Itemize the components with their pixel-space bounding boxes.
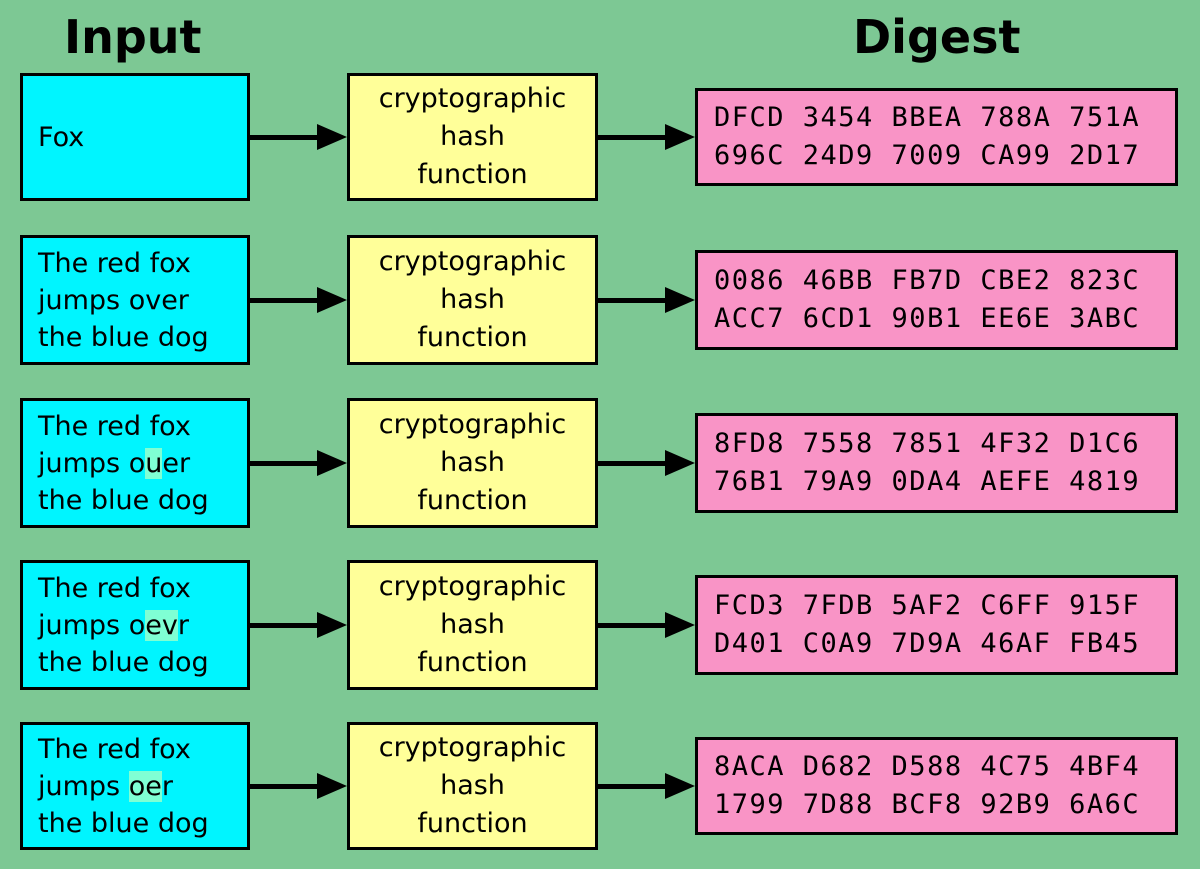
arrow-function-to-digest: [598, 450, 695, 476]
input-message-text: The red fox jumps oer the blue dog: [38, 733, 209, 839]
digest-box[interactable]: 0086 46BB FB7D CBE2 823C ACC7 6CD1 90B1 …: [695, 250, 1178, 350]
hash-function-label: cryptographic hash function: [378, 246, 567, 353]
hash-function-label: cryptographic hash function: [378, 571, 567, 678]
hash-function-label: cryptographic hash function: [378, 83, 567, 190]
hash-function-box[interactable]: cryptographic hash function: [347, 560, 598, 690]
hash-function-box[interactable]: cryptographic hash function: [347, 398, 598, 528]
digest-hex-text: 8ACA D682 D588 4C75 4BF4 1799 7D88 BCF8 …: [714, 751, 1141, 820]
arrow-function-to-digest: [598, 612, 695, 638]
input-message-text: The red fox jumps ouer the blue dog: [38, 410, 209, 516]
arrow-function-to-digest: [598, 124, 695, 150]
digest-box[interactable]: 8ACA D682 D588 4C75 4BF4 1799 7D88 BCF8 …: [695, 737, 1178, 835]
digest-hex-text: FCD3 7FDB 5AF2 C6FF 915F D401 C0A9 7D9A …: [714, 590, 1141, 659]
digest-box[interactable]: 8FD8 7558 7851 4F32 D1C6 76B1 79A9 0DA4 …: [695, 413, 1178, 513]
input-typo-highlight: oe: [128, 770, 162, 802]
hash-function-box[interactable]: cryptographic hash function: [347, 722, 598, 850]
input-typo-highlight: ev: [145, 609, 178, 641]
input-message-text: The red fox jumps oevr the blue dog: [38, 572, 209, 678]
input-box[interactable]: The red fox jumps oevr the blue dog: [20, 560, 250, 690]
column-header-digest: Digest: [853, 10, 1021, 64]
arrow-function-to-digest: [598, 287, 695, 313]
input-box[interactable]: Fox: [20, 73, 250, 201]
arrow-input-to-function: [250, 773, 347, 799]
digest-hex-text: 0086 46BB FB7D CBE2 823C ACC7 6CD1 90B1 …: [714, 265, 1141, 334]
arrow-input-to-function: [250, 612, 347, 638]
hash-function-label: cryptographic hash function: [378, 409, 567, 516]
hash-function-box[interactable]: cryptographic hash function: [347, 73, 598, 201]
input-typo-highlight: u: [145, 447, 163, 479]
arrow-input-to-function: [250, 450, 347, 476]
input-box[interactable]: The red fox jumps ouer the blue dog: [20, 398, 250, 528]
diagram-canvas: Input Digest Fox cryptographic hash funct…: [0, 0, 1200, 869]
digest-hex-text: DFCD 3454 BBEA 788A 751A 696C 24D9 7009 …: [714, 102, 1141, 171]
input-message-text: Fox: [38, 121, 85, 153]
input-message-text: The red fox jumps over the blue dog: [38, 247, 209, 353]
input-box[interactable]: The red fox jumps over the blue dog: [20, 235, 250, 365]
hash-function-label: cryptographic hash function: [378, 732, 567, 839]
arrow-function-to-digest: [598, 773, 695, 799]
input-box[interactable]: The red fox jumps oer the blue dog: [20, 722, 250, 850]
hash-function-box[interactable]: cryptographic hash function: [347, 235, 598, 365]
column-header-input: Input: [64, 10, 202, 64]
arrow-input-to-function: [250, 124, 347, 150]
arrow-input-to-function: [250, 287, 347, 313]
digest-box[interactable]: FCD3 7FDB 5AF2 C6FF 915F D401 C0A9 7D9A …: [695, 575, 1178, 675]
digest-box[interactable]: DFCD 3454 BBEA 788A 751A 696C 24D9 7009 …: [695, 88, 1178, 186]
digest-hex-text: 8FD8 7558 7851 4F32 D1C6 76B1 79A9 0DA4 …: [714, 428, 1141, 497]
